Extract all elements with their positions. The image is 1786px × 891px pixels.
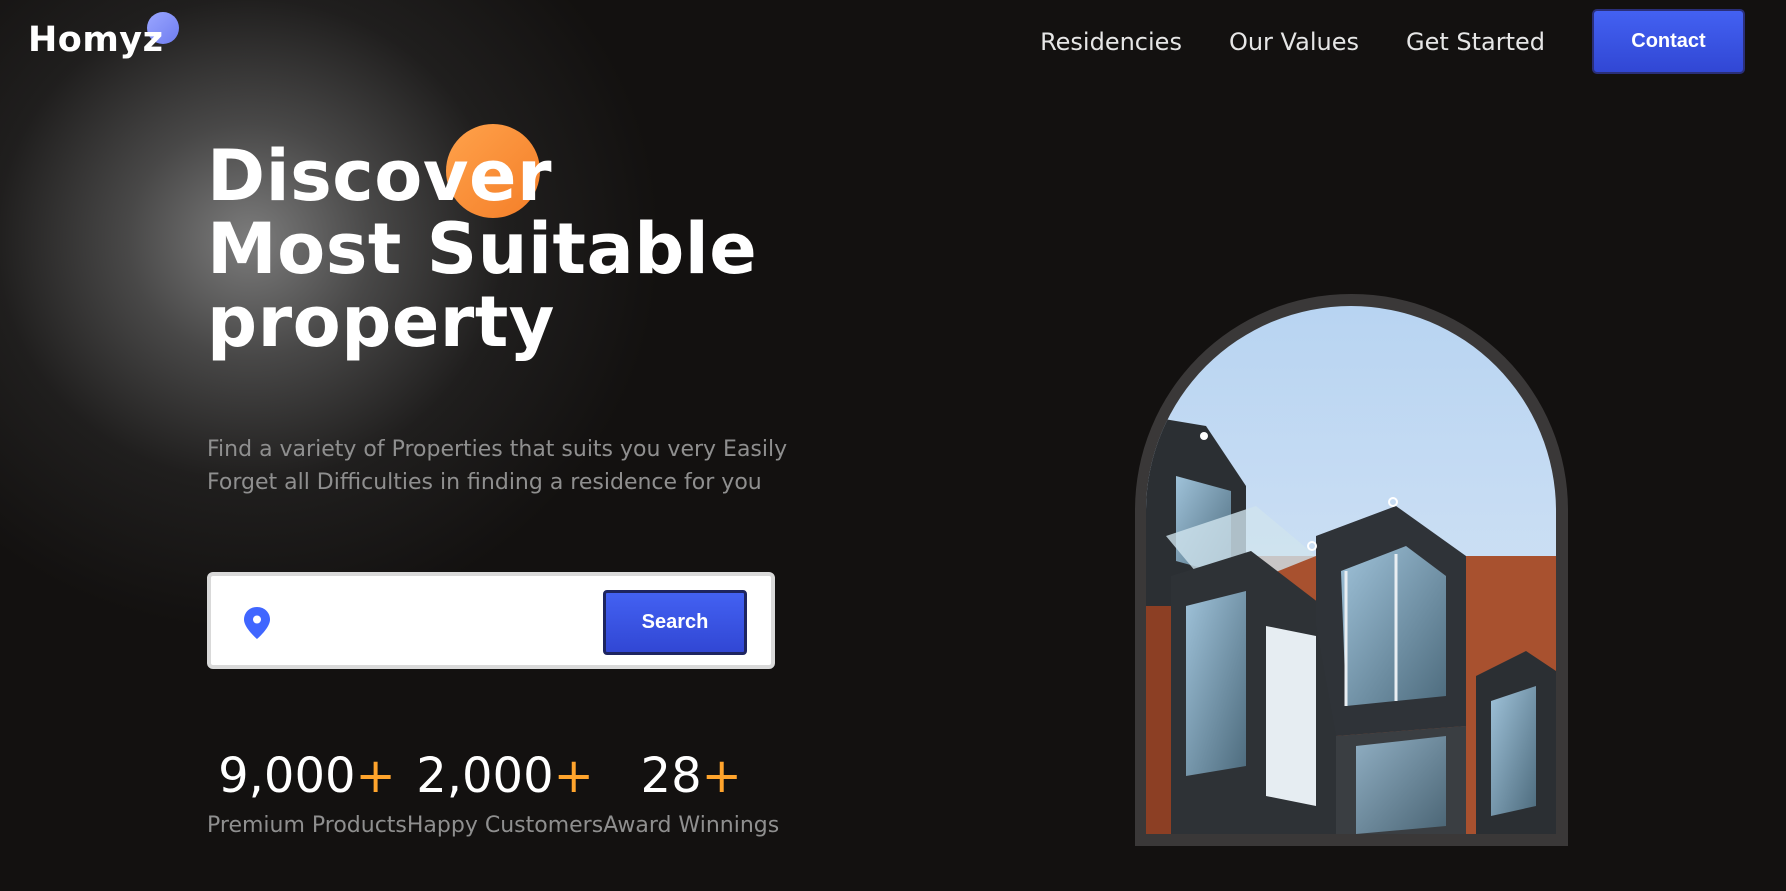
hero-title-line-3: property: [207, 281, 555, 363]
brand-logo[interactable]: Homyz: [28, 12, 179, 60]
stats-row: 9,000+ Premium Products 2,000+ Happy Cus…: [207, 745, 779, 838]
hero-description-line-1: Find a variety of Properties that suits …: [207, 437, 788, 462]
search-input[interactable]: [281, 598, 541, 642]
hero-title-line-1: Discover: [207, 135, 552, 217]
stat-value: 2,000+: [416, 748, 594, 804]
stat-label: Award Winnings: [603, 813, 780, 838]
landing-page: Homyz Residencies Our Values Get Started…: [0, 0, 1786, 891]
hero-description: Find a variety of Properties that suits …: [207, 433, 787, 499]
search-button[interactable]: Search: [603, 590, 747, 655]
contact-button[interactable]: Contact: [1592, 9, 1745, 74]
main-nav: Residencies Our Values Get Started Conta…: [1040, 9, 1745, 74]
hero-title-line-2: Most Suitable: [207, 208, 758, 290]
stat-value: 9,000+: [218, 748, 396, 804]
stat-premium-products: 9,000+ Premium Products: [207, 745, 407, 838]
hero-description-line-2: Forget all Difficulties in finding a res…: [207, 470, 762, 495]
hero-image: [1146, 306, 1556, 834]
search-bar: Search: [207, 572, 775, 669]
stat-happy-customers: 2,000+ Happy Customers: [407, 745, 603, 838]
stat-value: 28+: [640, 748, 742, 804]
hero-title: Discover Most Suitable property: [207, 140, 757, 359]
nav-link-our-values[interactable]: Our Values: [1229, 28, 1359, 56]
stat-award-winnings: 28+ Award Winnings: [603, 745, 779, 838]
stat-label: Premium Products: [207, 813, 407, 838]
nav-link-get-started[interactable]: Get Started: [1406, 28, 1545, 56]
brand-name: Homyz: [28, 20, 164, 60]
stat-label: Happy Customers: [406, 813, 604, 838]
nav-link-residencies[interactable]: Residencies: [1040, 28, 1182, 56]
hero-image-frame: [1135, 294, 1568, 846]
location-pin-icon: [242, 606, 272, 644]
